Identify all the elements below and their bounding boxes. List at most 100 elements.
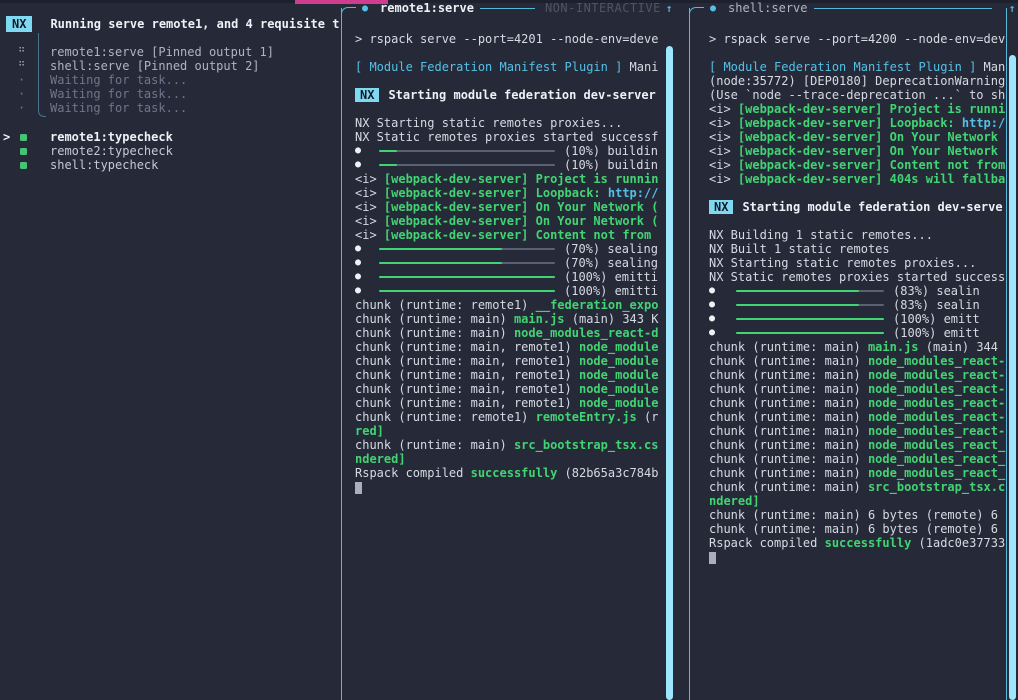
terminal-line: <i> [webpack-dev-server] On Your Network (709, 130, 1006, 144)
terminal-line: chunk (runtime: main) node_modules_react… (709, 438, 1006, 452)
progress-bar (379, 248, 555, 250)
task-label: remote2:typecheck (50, 144, 173, 158)
terminal-output: > rspack serve --port=4200 --node-env=de… (690, 18, 1006, 564)
nx-badge: NX (355, 88, 379, 102)
completed-task-list: > remote1:typecheckremote2:typecheckshell… (0, 130, 339, 172)
terminal-line: chunk (runtime: main, remote1) node_modu… (355, 382, 677, 396)
progress-bar (736, 304, 884, 306)
progress-dot-icon: ● (355, 284, 369, 298)
progress-label: (83%) sealin (893, 298, 980, 312)
terminal-line: ●(83%) sealin (709, 298, 1006, 312)
task-row[interactable]: remote2:typecheck (0, 144, 339, 158)
terminal-line: ndered] (355, 452, 677, 466)
progress-bar (736, 318, 884, 320)
task-row[interactable]: ⠛shell:serve [Pinned output 2] (0, 59, 339, 73)
terminal-line: NX Starting static remotes proxies... (709, 256, 1006, 270)
terminal-line: NXStarting module federation dev-server (355, 88, 677, 102)
terminal-line: chunk (runtime: main, remote1) node_modu… (355, 368, 677, 382)
progress-label: (100%) emitt (893, 326, 980, 340)
terminal-line: <i> [webpack-dev-server] Project is runn… (355, 172, 677, 186)
terminal-line: chunk (runtime: main) 6 bytes (remote) 6 (709, 508, 1006, 522)
terminal-line: chunk (runtime: main) node_modules_react… (709, 466, 1006, 480)
selection-arrow-icon: > (3, 130, 10, 144)
task-list-title: Running serve remote1, and 4 requisite t… (50, 17, 339, 31)
terminal-line: chunk (runtime: main) node_modules_react… (709, 452, 1006, 466)
success-square-icon (18, 144, 27, 158)
progress-bar (736, 290, 884, 292)
terminal-line: ● (100%) emitti (355, 270, 677, 284)
progress-dot-icon: ● (355, 256, 369, 270)
terminal-line: NX Static remotes proxies started succes… (709, 270, 1006, 284)
terminal-line: chunk (runtime: main) main.js (main) 343… (355, 312, 677, 326)
progress-dot-icon: ● (355, 270, 369, 284)
task-label: Waiting for task... (50, 101, 187, 115)
task-row[interactable]: ⠛remote1:serve [Pinned output 1] (0, 45, 339, 59)
pane-title: shell:serve (728, 1, 807, 15)
task-label: Waiting for task... (50, 87, 187, 101)
progress-label: (100%) emitti (564, 270, 658, 284)
scrollbar-thumb[interactable] (1009, 55, 1016, 700)
terminal-line: NXStarting module federation dev-serve (709, 200, 1006, 214)
terminal-line: chunk (runtime: main) node_modules_react… (355, 326, 677, 340)
spinner-icon: ⠛ (18, 45, 25, 59)
progress-bar (379, 262, 555, 264)
task-row[interactable]: ·Waiting for task... (0, 101, 339, 115)
terminal-line: ●(70%) sealing (355, 256, 677, 270)
success-square-icon (18, 158, 27, 172)
terminal-line: chunk (runtime: main) src_bootstrap_tsx.… (355, 438, 677, 452)
terminal-line: red] (355, 424, 677, 438)
scrollbar-thumb[interactable] (666, 46, 673, 700)
progress-bar (379, 276, 555, 278)
scroll-up-arrow-icon[interactable]: ↑ (1005, 2, 1018, 15)
progress-dot-icon: ● (709, 326, 723, 340)
terminal-line: chunk (runtime: main, remote1) node_modu… (355, 396, 677, 410)
terminal-line (709, 186, 1006, 200)
terminal-cursor (355, 482, 362, 494)
terminal-line: chunk (runtime: main, remote1) node_modu… (355, 354, 677, 368)
terminal-line: > rspack serve --port=4200 --node-env=de… (709, 32, 1006, 46)
pane-header: ● shell:serve (690, 0, 1006, 16)
task-row[interactable]: shell:typecheck (0, 158, 339, 172)
progress-label: (100%) emitti (564, 284, 658, 298)
nx-badge: NX (709, 200, 733, 214)
terminal-line (709, 46, 1006, 60)
task-label: remote1:typecheck (50, 130, 173, 144)
terminal-line: chunk (runtime: main) 6 bytes (remote) 6 (709, 522, 1006, 536)
task-row[interactable]: ·Waiting for task... (0, 87, 339, 101)
terminal-line: chunk (runtime: main) node_modules_react… (709, 424, 1006, 438)
progress-dot-icon: ● (709, 284, 723, 298)
terminal-line: ndered] (709, 494, 1006, 508)
task-label: shell:typecheck (50, 158, 158, 172)
terminal-line (709, 214, 1006, 228)
terminal-line: ●(70%) sealing (355, 242, 677, 256)
scroll-up-arrow-icon[interactable]: ↑ (662, 2, 676, 15)
terminal-line: <i> [webpack-dev-server] On Your Network… (355, 200, 677, 214)
terminal-line (355, 74, 677, 88)
terminal-cursor (709, 552, 716, 564)
terminal-pane-shell-serve[interactable]: ● shell:serve > rspack serve --port=4200… (689, 8, 1007, 700)
terminal-line: <i> [webpack-dev-server] On Your Network (709, 144, 1006, 158)
running-indicator-dot: ● (710, 3, 716, 14)
terminal-line: <i> [webpack-dev-server] On Your Network… (355, 214, 677, 228)
terminal-line (355, 102, 677, 116)
running-task-list: ⠛remote1:serve [Pinned output 1]⠛shell:s… (0, 45, 339, 115)
progress-dot-icon: ● (355, 144, 369, 158)
terminal-pane-remote1-serve[interactable]: ● remote1:serve NON-INTERACTIVE > rspack… (341, 8, 677, 700)
terminal-line (709, 550, 1006, 564)
progress-label: (100%) emitt (893, 312, 980, 326)
nx-terminal-ui: NX Running serve remote1, and 4 requisit… (0, 0, 1018, 700)
running-indicator-dot: ● (362, 3, 368, 14)
terminal-line (355, 18, 677, 32)
task-row[interactable]: > remote1:typecheck (0, 130, 339, 144)
task-label: Waiting for task... (50, 73, 187, 87)
pane-title: remote1:serve (380, 1, 474, 15)
terminal-line (709, 18, 1006, 32)
task-row[interactable]: ·Waiting for task... (0, 73, 339, 87)
terminal-line: <i> [webpack-dev-server] Project is runn… (709, 102, 1006, 116)
success-square-icon (18, 130, 27, 144)
terminal-line: chunk (runtime: main) src_bootstrap_tsx.… (709, 480, 1006, 494)
terminal-line: NX Built 1 static remotes (709, 242, 1006, 256)
progress-label: (10%) buildin (564, 158, 658, 172)
terminal-line: (node:35772) [DEP0180] DeprecationWarnin… (709, 74, 1006, 88)
terminal-line: <i> [webpack-dev-server] 404s will fallb… (709, 172, 1006, 186)
